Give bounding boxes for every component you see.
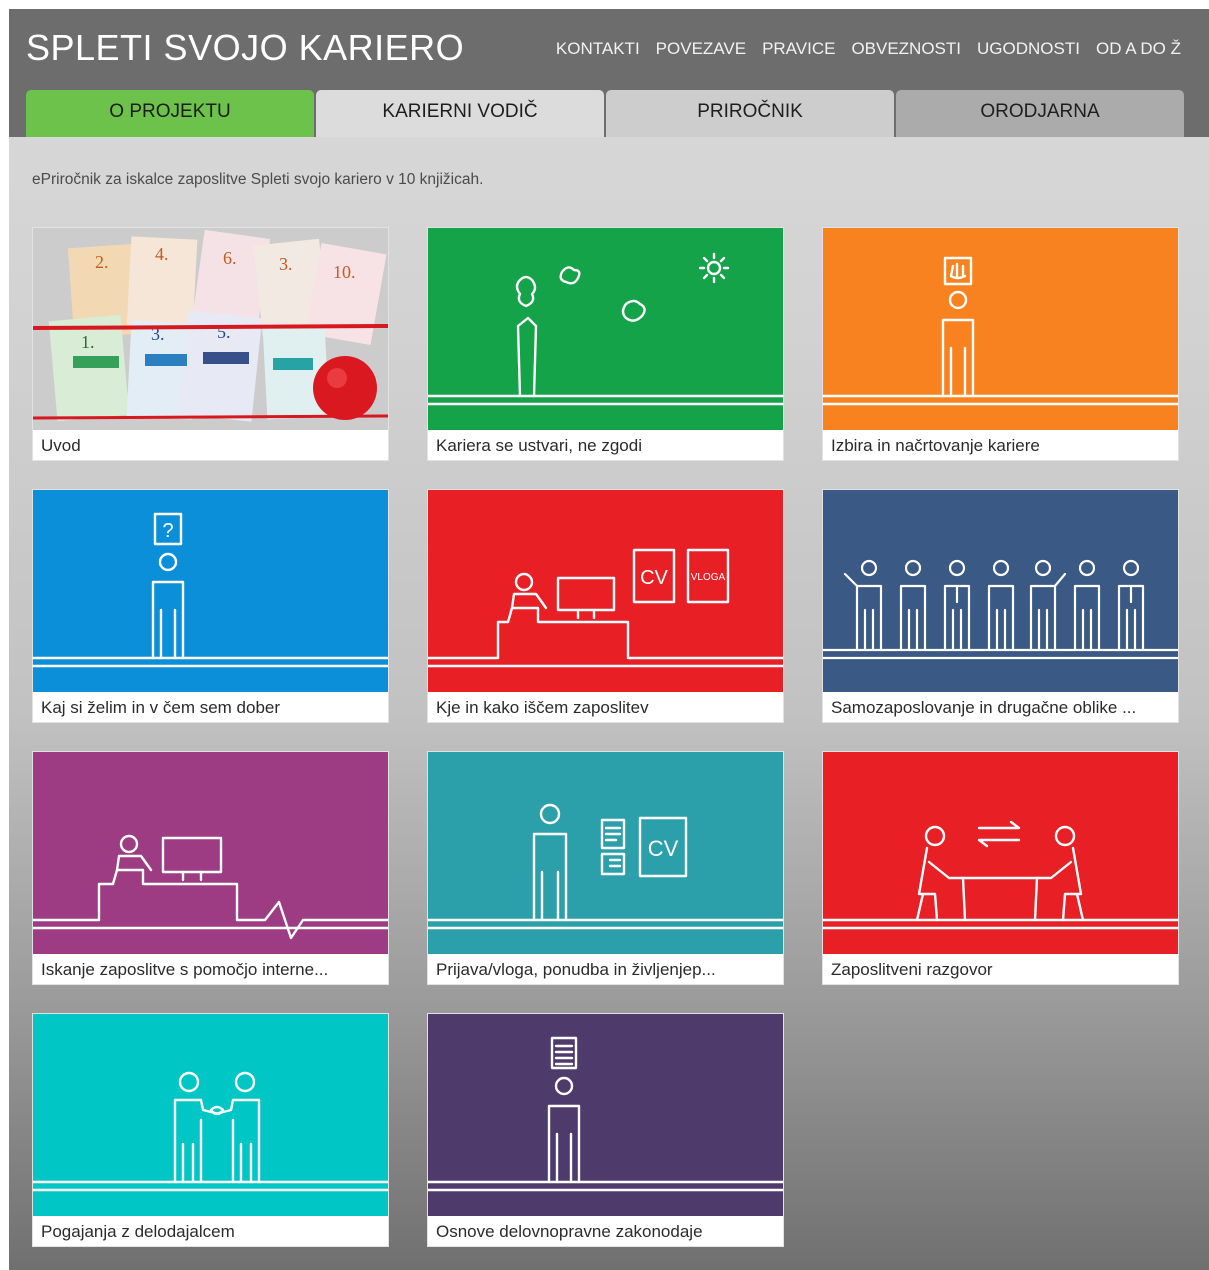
booklet-card-label: Prijava/vloga, ponudba in življenjep...	[436, 960, 716, 979]
tab-prirocnik[interactable]: PRIROČNIK	[606, 90, 894, 137]
booklet-card-label: Iskanje zaposlitve s pomočjo interne...	[41, 960, 329, 979]
site-header: SPLETI SVOJO KARIERO KONTAKTI POVEZAVE P…	[9, 9, 1209, 137]
booklet-card-label: Osnove delovnopravne zakonodaje	[436, 1222, 703, 1241]
booklet-card-label: Izbira in načrtovanje kariere	[831, 436, 1040, 455]
nav-link-pravice[interactable]: PRAVICE	[762, 39, 835, 59]
person-hand-sign-icon	[823, 228, 1178, 430]
top-nav: KONTAKTI POVEZAVE PRAVICE OBVEZNOSTI UGO…	[540, 39, 1181, 59]
tab-karierni-vodic[interactable]: KARIERNI VODIČ	[316, 90, 604, 137]
booklet-card-kaj-si-zelim[interactable]: ? Kaj si želim in v čem sem dober	[32, 489, 389, 723]
booklet-card-label: Kje in kako iščem zaposlitev	[436, 698, 649, 717]
booklet-card-uvod[interactable]: 2. 4. 6. 3. 10. 1. 3. 5. Uvod	[32, 227, 389, 461]
person-computer-cv-icon: CV VLOGA	[428, 490, 783, 692]
booklet-card-zaposlitveni-razgovor[interactable]: Zaposlitveni razgovor	[822, 751, 1179, 985]
booklet-card-label: Kaj si želim in v čem sem dober	[41, 698, 281, 717]
svg-text:?: ?	[162, 520, 173, 542]
booklet-card-osnove-zakonodaje[interactable]: Osnove delovnopravne zakonodaje	[427, 1013, 784, 1247]
group-of-people-icon	[823, 490, 1178, 692]
booklet-card-label: Samozaposlovanje in drugačne oblike ...	[831, 698, 1137, 717]
booklet-card-label: Kariera se ustvari, ne zgodi	[436, 436, 642, 455]
site-title[interactable]: SPLETI SVOJO KARIERO	[26, 27, 464, 69]
tab-orodjarna[interactable]: ORODJARNA	[896, 90, 1184, 137]
svg-text:6.: 6.	[223, 248, 237, 268]
person-computer-signal-icon	[33, 752, 388, 954]
tab-o-projektu[interactable]: O PROJEKTU	[26, 90, 314, 137]
svg-text:2.: 2.	[95, 252, 109, 272]
booklet-card-kariera[interactable]: Kariera se ustvari, ne zgodi	[427, 227, 784, 461]
cv-label: CV	[640, 567, 668, 589]
booklet-card-label: Uvod	[41, 436, 81, 455]
booklet-card-label: Pogajanja z delodajalcem	[41, 1222, 235, 1241]
cv-label: CV	[648, 836, 679, 861]
booklets-photo-icon: 2. 4. 6. 3. 10. 1. 3. 5.	[33, 228, 388, 430]
svg-text:4.: 4.	[155, 244, 169, 264]
booklet-card-label: Zaposlitveni razgovor	[831, 960, 993, 979]
svg-text:3.: 3.	[279, 254, 293, 274]
interview-table-icon	[823, 752, 1178, 954]
svg-text:1.: 1.	[81, 332, 95, 352]
booklet-card-samozaposlovanje[interactable]: Samozaposlovanje in drugačne oblike ...	[822, 489, 1179, 723]
person-documents-cv-icon: CV	[428, 752, 783, 954]
person-clouds-sun-icon	[428, 228, 783, 430]
booklet-card-pogajanja[interactable]: Pogajanja z delodajalcem	[32, 1013, 389, 1247]
page-frame: SPLETI SVOJO KARIERO KONTAKTI POVEZAVE P…	[9, 9, 1209, 1270]
nav-link-povezave[interactable]: POVEZAVE	[656, 39, 746, 59]
booklet-card-kje-in-kako[interactable]: CV VLOGA Kje in kako iščem zaposlitev	[427, 489, 784, 723]
intro-text: ePriročnik za iskalce zaposlitve Spleti …	[32, 171, 484, 188]
booklet-card-izbira[interactable]: Izbira in načrtovanje kariere	[822, 227, 1179, 461]
nav-link-obveznosti[interactable]: OBVEZNOSTI	[851, 39, 961, 59]
nav-link-ugodnosti[interactable]: UGODNOSTI	[977, 39, 1080, 59]
svg-text:10.: 10.	[333, 262, 356, 282]
person-question-mark-icon: ?	[33, 490, 388, 692]
nav-link-kontakti[interactable]: KONTAKTI	[556, 39, 640, 59]
booklet-card-prijava-vloga[interactable]: CV Prijava/vloga, ponudba in življenjep.…	[427, 751, 784, 985]
handshake-icon	[33, 1014, 388, 1216]
booklet-card-iskanje-interne[interactable]: Iskanje zaposlitve s pomočjo interne...	[32, 751, 389, 985]
vloga-label: VLOGA	[691, 572, 726, 583]
person-document-icon	[428, 1014, 783, 1216]
nav-link-od-a-do-z[interactable]: OD A DO Ž	[1096, 39, 1181, 59]
